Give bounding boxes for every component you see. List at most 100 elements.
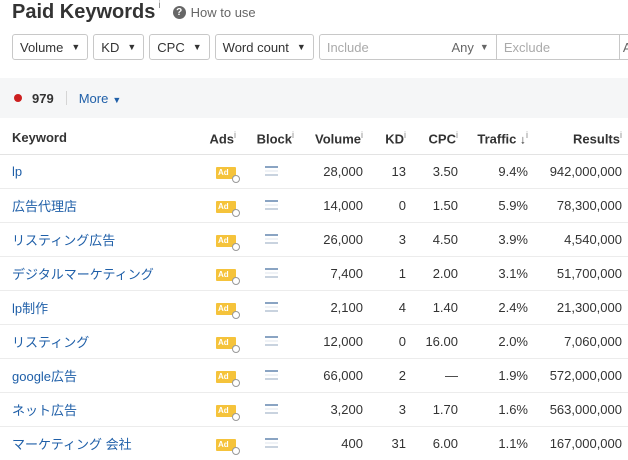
ads-cell: Ad: [182, 426, 242, 460]
volume-cell: 400: [300, 426, 369, 460]
ads-cell: Ad: [182, 290, 242, 325]
cpc-cell: —: [412, 358, 464, 393]
table-row: lp Ad 28,000 13 3.50 9.4% 942,000,000: [0, 154, 628, 189]
table-row: 広告代理店 Ad 14,000 0 1.50 5.9% 78,300,000: [0, 188, 628, 223]
block-position-icon[interactable]: [264, 165, 278, 176]
keywords-table: Keyword Adsi Blocki Volumei KDi CPCi Tra…: [0, 122, 628, 460]
block-position-icon[interactable]: [264, 267, 278, 278]
traffic-cell: 2.0%: [464, 324, 534, 359]
column-header-block[interactable]: Blocki: [242, 122, 300, 155]
info-icon: i: [456, 129, 458, 140]
any-selector[interactable]: Any: [452, 40, 474, 55]
chevron-down-icon: ▼: [479, 42, 489, 52]
include-input[interactable]: Include Any ▼: [318, 34, 497, 60]
cpc-cell: 1.70: [412, 392, 464, 427]
traffic-cell: 3.1%: [464, 256, 534, 291]
exclude-placeholder: Exclude: [503, 39, 551, 55]
kd-cell: 0: [369, 324, 412, 359]
column-header-traffic[interactable]: Traffic ↓i: [464, 122, 534, 155]
info-icon: i: [526, 129, 528, 140]
block-position-icon[interactable]: [264, 233, 278, 244]
block-position-icon[interactable]: [264, 403, 278, 414]
keyword-link[interactable]: ネット広告: [0, 392, 182, 427]
ad-badge-icon[interactable]: Ad: [216, 167, 240, 183]
traffic-cell: 1.6%: [464, 392, 534, 427]
magnifier-icon: [232, 209, 240, 217]
keyword-link[interactable]: デジタルマーケティング: [0, 256, 182, 291]
ads-cell: Ad: [182, 324, 242, 359]
ad-badge-icon[interactable]: Ad: [216, 405, 240, 421]
ad-badge-icon[interactable]: Ad: [216, 337, 240, 353]
table-row: lp制作 Ad 2,100 4 1.40 2.4% 21,300,000: [0, 290, 628, 325]
results-cell: 4,540,000: [534, 222, 628, 257]
column-header-kd[interactable]: KDi: [369, 122, 412, 155]
kd-cell: 1: [369, 256, 412, 291]
cpc-cell: 3.50: [412, 154, 464, 189]
more-dropdown[interactable]: More ▼: [79, 91, 122, 106]
traffic-cell: 9.4%: [464, 154, 534, 189]
status-dot: [14, 94, 22, 102]
keyword-link[interactable]: リスティング: [0, 324, 182, 359]
ad-badge-icon[interactable]: Ad: [216, 235, 240, 251]
block-position-icon[interactable]: [264, 437, 278, 448]
block-position-icon[interactable]: [264, 301, 278, 312]
title-info-icon[interactable]: i: [158, 0, 160, 12]
keyword-link[interactable]: リスティング広告: [0, 222, 182, 257]
ad-badge-icon[interactable]: Ad: [216, 269, 240, 285]
block-position-icon[interactable]: [264, 369, 278, 380]
keyword-link[interactable]: lp: [0, 154, 182, 189]
block-cell: [242, 290, 300, 325]
block-cell: [242, 324, 300, 359]
keyword-link[interactable]: マーケティング 会社: [0, 426, 182, 460]
exclude-input[interactable]: Exclude: [496, 34, 620, 60]
column-header-ads[interactable]: Adsi: [182, 122, 242, 155]
ad-badge-icon[interactable]: Ad: [216, 439, 240, 455]
word-count-filter-label: Word count: [222, 39, 289, 55]
table-row: リスティング Ad 12,000 0 16.00 2.0% 7,060,000: [0, 324, 628, 359]
more-label: More: [78, 90, 109, 106]
block-cell: [242, 154, 300, 189]
results-summary: 979 More ▼: [0, 78, 628, 118]
block-cell: [242, 188, 300, 223]
volume-filter-dropdown[interactable]: Volume ▼: [12, 34, 89, 60]
table-row: google広告 Ad 66,000 2—1.9% 572,000,000: [0, 358, 628, 393]
help-icon: ?: [172, 6, 186, 19]
results-cell: 167,000,000: [534, 426, 628, 460]
block-position-icon[interactable]: [264, 199, 278, 210]
include-placeholder: Include: [326, 39, 369, 55]
block-position-icon[interactable]: [264, 335, 278, 346]
word-count-filter-dropdown[interactable]: Word count ▼: [214, 34, 314, 60]
ad-badge-icon[interactable]: Ad: [216, 303, 240, 319]
kd-filter-dropdown[interactable]: KD ▼: [93, 34, 145, 60]
keyword-link[interactable]: lp制作: [0, 290, 182, 325]
traffic-cell: 3.9%: [464, 222, 534, 257]
how-to-use-label: How to use: [190, 5, 256, 20]
keyword-link[interactable]: google広告: [0, 358, 182, 393]
ad-badge-icon[interactable]: Ad: [216, 201, 240, 217]
magnifier-icon: [232, 345, 240, 353]
cpc-filter-dropdown[interactable]: CPC ▼: [149, 34, 210, 60]
column-header-results[interactable]: Resultsi: [534, 122, 628, 155]
magnifier-icon: [232, 447, 240, 455]
page-header: Paid Keywords i ? How to use: [12, 0, 256, 26]
volume-cell: 14,000: [300, 188, 369, 223]
block-cell: [242, 426, 300, 460]
exclude-mode-dropdown[interactable]: A: [619, 34, 628, 60]
kd-filter-label: KD: [101, 39, 120, 55]
kd-cell: 3: [369, 392, 412, 427]
column-header-volume[interactable]: Volumei: [300, 122, 369, 155]
keyword-link[interactable]: 広告代理店: [0, 188, 182, 223]
how-to-use-link[interactable]: ? How to use: [172, 5, 256, 20]
ad-badge-icon[interactable]: Ad: [216, 371, 240, 387]
volume-cell: 28,000: [300, 154, 369, 189]
magnifier-icon: [232, 175, 240, 183]
cpc-cell: 1.40: [412, 290, 464, 325]
exclude-mode-label: A: [623, 40, 628, 55]
traffic-cell: 5.9%: [464, 188, 534, 223]
volume-cell: 66,000: [300, 358, 369, 393]
column-header-cpc[interactable]: CPCi: [412, 122, 464, 155]
table-row: ネット広告 Ad 3,200 3 1.70 1.6% 563,000,000: [0, 392, 628, 427]
results-cell: 78,300,000: [534, 188, 628, 223]
column-header-keyword[interactable]: Keyword: [0, 122, 182, 155]
volume-filter-label: Volume: [20, 39, 64, 55]
